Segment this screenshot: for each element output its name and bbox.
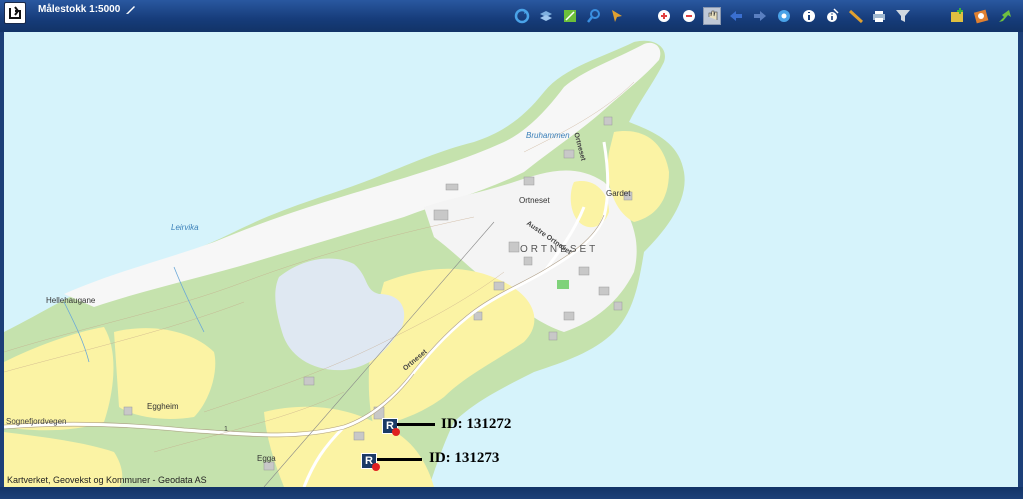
road-sognefjordvegen: Sognefjordvegen	[6, 417, 67, 426]
place-eggheim: Eggheim	[147, 402, 179, 411]
filter-icon[interactable]	[894, 7, 912, 25]
marker-id-label: ID: 131272	[441, 416, 512, 432]
place-bruhammen: Bruhammen	[526, 131, 570, 140]
measure-icon[interactable]	[847, 7, 865, 25]
marker-leader-line	[397, 423, 435, 426]
scale-label: Målestokk 1:5000	[38, 4, 121, 15]
map-view[interactable]: Hellehaugane Leirvika Bruhammen Ortneset…	[4, 32, 1018, 487]
pan-hand-icon[interactable]	[703, 7, 721, 25]
draw-line-icon[interactable]	[631, 7, 649, 25]
identify-icon[interactable]	[823, 7, 841, 25]
return-icon	[9, 6, 21, 19]
zoom-in-icon[interactable]	[655, 7, 673, 25]
route-number: 1	[224, 426, 228, 433]
refresh-icon[interactable]	[513, 7, 531, 25]
back-arrow-icon[interactable]	[727, 7, 745, 25]
place-leirvika: Leirvika	[171, 223, 199, 232]
place-ortneset: Ortneset	[519, 196, 550, 205]
settings-icon[interactable]	[972, 7, 990, 25]
print-icon[interactable]	[870, 7, 888, 25]
marker-id-label: ID: 131273	[429, 450, 500, 466]
info-icon[interactable]	[800, 7, 818, 25]
forward-arrow-icon[interactable]	[751, 7, 769, 25]
zoom-out-icon[interactable]	[680, 7, 698, 25]
map-select-icon[interactable]	[561, 7, 579, 25]
marker-leader-line	[377, 458, 422, 461]
export-icon[interactable]	[996, 7, 1014, 25]
map-attribution: Kartverket, Geovekst og Kommuner - Geoda…	[7, 475, 207, 485]
place-hellehaugane: Hellehaugane	[46, 296, 96, 305]
place-egga: Egga	[257, 454, 276, 463]
pointer-icon[interactable]	[608, 7, 626, 25]
park-area	[557, 280, 569, 289]
add-layer-icon[interactable]	[948, 7, 966, 25]
top-toolbar: Målestokk 1:5000	[0, 0, 1023, 32]
marker-point	[392, 428, 400, 436]
marker-point	[372, 463, 380, 471]
place-gardet: Gardet	[606, 189, 631, 198]
search-icon[interactable]	[585, 7, 603, 25]
back-button[interactable]	[4, 2, 26, 24]
zoom-extent-icon[interactable]	[775, 7, 793, 25]
layers-icon[interactable]	[537, 7, 555, 25]
window-bottom-edge	[0, 487, 1023, 499]
edit-scale-icon[interactable]	[124, 2, 138, 16]
